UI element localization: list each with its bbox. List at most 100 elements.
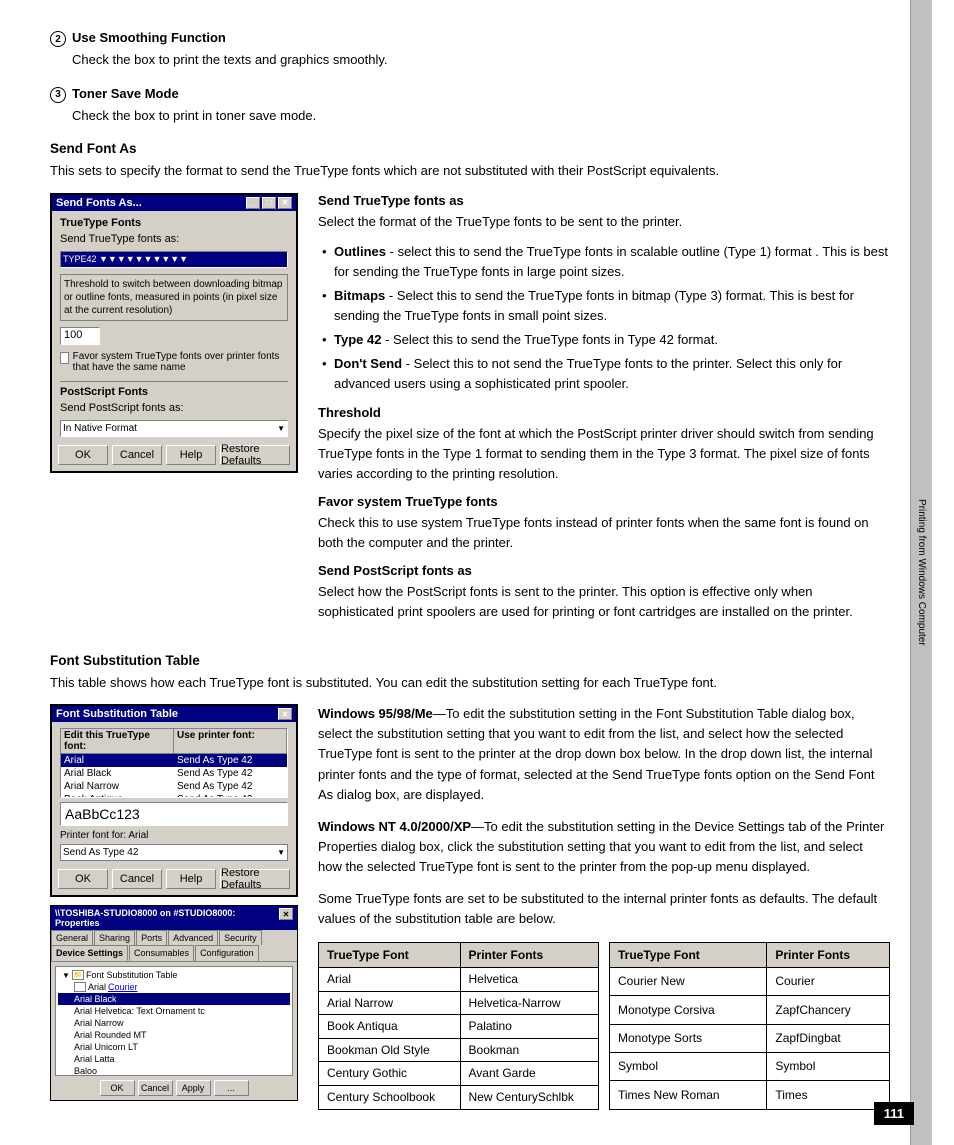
tab-device-settings[interactable]: Device Settings [51, 945, 128, 961]
send-type-dropdown[interactable]: Send As Type 42 ▼ [60, 844, 288, 861]
favor-truetype-checkbox[interactable] [60, 352, 69, 364]
list-row-bookantiqua[interactable]: Book Antiqua Send As Type 42 [61, 793, 287, 798]
section-3-title: Toner Save Mode [72, 86, 179, 101]
left-col1-header: TrueType Font [319, 942, 461, 968]
send-truetype-body: Select the format of the TrueType fonts … [318, 212, 890, 232]
tree-item-arialrounded[interactable]: Arial Rounded MT [58, 1029, 290, 1041]
right-timesnewroman-truetype: Times New Roman [610, 1081, 767, 1109]
folder-icon: 📁 [72, 970, 84, 980]
tab-configuration[interactable]: Configuration [195, 945, 259, 961]
ps-dropdown[interactable]: In Native Format ▼ [60, 420, 288, 437]
left-arial-printer: Helvetica [460, 968, 598, 992]
info-box: Threshold to switch between downloading … [60, 274, 288, 321]
list-cell-arial-printer: Send As Type 42 [174, 754, 287, 767]
left-bookmanold-truetype: Bookman Old Style [319, 1038, 461, 1062]
right-couriernew-printer: Courier [767, 968, 890, 996]
tree-ariallatta-label: Arial Latta [74, 1054, 115, 1064]
minimize-btn[interactable]: _ [246, 197, 260, 209]
checkbox-label: Favor system TrueType fonts over printer… [73, 351, 288, 373]
props-apply-btn[interactable]: Apply [176, 1080, 211, 1096]
tab-sharing[interactable]: Sharing [94, 930, 135, 945]
send-fonts-dialog: Send Fonts As... _ □ ✕ TrueType Fonts Se… [50, 193, 298, 473]
tree-arialtext-label: Arial Helvetica: Text Ornament tc [74, 1006, 205, 1016]
d1-help-button[interactable]: Help [166, 869, 216, 889]
restore-button[interactable]: Restore Defaults [220, 445, 290, 465]
list-row-arialnarrow[interactable]: Arial Narrow Send As Type 42 [61, 780, 287, 793]
send-font-desc: This sets to specify the format to send … [50, 161, 890, 181]
font-list[interactable]: Edit this TrueType font: Use printer fon… [60, 728, 288, 798]
close-btn[interactable]: ✕ [278, 197, 292, 209]
dialog-buttons: OK Cancel Help Restore Defaults [60, 445, 288, 465]
tab-security[interactable]: Security [219, 930, 262, 945]
truetype-dropdown[interactable]: TYPE42 ▼▼▼▼▼▼▼▼▼▼ [60, 251, 288, 268]
send-font-title: Send Font As [50, 141, 890, 156]
ps-group-label: PostScript Fonts [60, 386, 288, 398]
props-tree[interactable]: ▼ 📁 Font Substitution Table Arial Courie… [55, 966, 293, 1076]
props-cancel-btn[interactable]: Cancel [138, 1080, 173, 1096]
favor-subtitle: Favor system TrueType fonts [318, 494, 890, 509]
tree-arial-label: Arial [88, 982, 106, 992]
list-row-arial[interactable]: Arial Send As Type 42 [61, 754, 287, 767]
d1-close-btn[interactable]: ✕ [278, 708, 292, 720]
list-cell-arialnarrow: Arial Narrow [61, 780, 174, 793]
tree-item-arialblack[interactable]: Arial Black [58, 993, 290, 1005]
right-timesnewroman-printer: Times [767, 1081, 890, 1109]
cancel-button[interactable]: Cancel [112, 445, 162, 465]
props-help-btn[interactable]: ... [214, 1080, 249, 1096]
d1-restore-button[interactable]: Restore Defaults [220, 869, 290, 889]
tree-item-fontsub[interactable]: ▼ 📁 Font Substitution Table [58, 969, 290, 981]
help-button[interactable]: Help [166, 445, 216, 465]
tree-item-arialtext[interactable]: Arial Helvetica: Text Ornament tc [58, 1005, 290, 1017]
left-centurygothic-printer: Avant Garde [460, 1062, 598, 1086]
table-row: Century Gothic Avant Garde [319, 1062, 599, 1086]
right-couriernew-truetype: Courier New [610, 968, 767, 996]
tab-advanced[interactable]: Advanced [168, 930, 218, 945]
section-2-number: 2 [50, 31, 66, 47]
spinbox-row: 100 [60, 327, 288, 345]
table-row: Times New Roman Times [610, 1081, 890, 1109]
tab-consumables[interactable]: Consumables [129, 945, 194, 961]
expand-icon: ▼ [62, 971, 72, 980]
table-row: Arial Helvetica [319, 968, 599, 992]
dialog1-buttons: OK Cancel Help Restore Defaults [60, 869, 288, 889]
table-row: Monotype Corsiva ZapfChancery [610, 996, 890, 1024]
maximize-btn[interactable]: □ [262, 197, 276, 209]
favor-body: Check this to use system TrueType fonts … [318, 513, 890, 553]
tree-item-arialnarrow[interactable]: Arial Narrow [58, 1017, 290, 1029]
bullet-type42: Type 42 - Select this to send the TrueTy… [318, 330, 890, 350]
default-text: Some TrueType fonts are set to be substi… [318, 889, 890, 929]
props-close-btn[interactable]: ✕ [279, 908, 293, 920]
list-cell-arial: Arial [61, 754, 174, 767]
right-symbol-truetype: Symbol [610, 1053, 767, 1081]
props-ok-btn[interactable]: OK [100, 1080, 135, 1096]
ok-button[interactable]: OK [58, 445, 108, 465]
threshold-spinbox[interactable]: 100 [60, 327, 100, 345]
table-row: Courier New Courier [610, 968, 890, 996]
tab-general[interactable]: General [51, 930, 93, 945]
page-number: 111 [874, 1102, 914, 1125]
list-cell-arialnarrow-printer: Send As Type 42 [174, 780, 287, 793]
section-toner-header: 3 Toner Save Mode [50, 86, 890, 103]
font-sub-layout: Font Substitution Table ✕ Edit this True… [50, 704, 890, 1110]
tree-item-baloo[interactable]: Baloo [58, 1065, 290, 1076]
font-sub-dialog1: Font Substitution Table ✕ Edit this True… [50, 704, 298, 897]
threshold-subtitle: Threshold [318, 405, 890, 420]
right-tab: Printing from Windows Computer [910, 0, 932, 1145]
dialog1-title: Font Substitution Table [56, 708, 178, 720]
right-monotypesorts-printer: ZapfDingbat [767, 1024, 890, 1052]
tab-ports[interactable]: Ports [136, 930, 167, 945]
list-cell-bookantiqua: Book Antiqua [61, 793, 174, 798]
tree-item-ariallatta[interactable]: Arial Latta [58, 1053, 290, 1065]
item-icon [74, 982, 86, 992]
section-3-body: Check the box to print in toner save mod… [72, 106, 890, 126]
section-toner: 3 Toner Save Mode Check the box to print… [50, 86, 890, 126]
d1-cancel-button[interactable]: Cancel [112, 869, 162, 889]
send-ps-label: Send PostScript fonts as: [60, 402, 184, 414]
list-row-arialblack[interactable]: Arial Black Send As Type 42 [61, 767, 287, 780]
right-monotypecorsiva-truetype: Monotype Corsiva [610, 996, 767, 1024]
tree-item-arial[interactable]: Arial Courier [58, 981, 290, 993]
d1-ok-button[interactable]: OK [58, 869, 108, 889]
font-table-left: TrueType Font Printer Fonts Arial Helvet… [318, 942, 599, 1110]
windowsnt-para: Windows NT 4.0/2000/XP—To edit the subst… [318, 817, 890, 877]
tree-item-arialunicorn[interactable]: Arial Unicorn LT [58, 1041, 290, 1053]
